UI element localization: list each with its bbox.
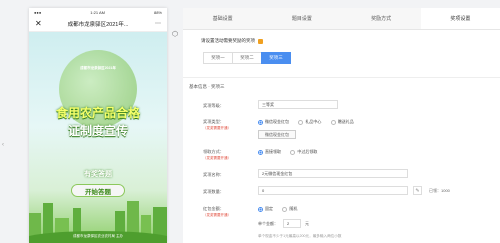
notice-badge-icon	[258, 38, 263, 44]
poster-footer: 成都市龙泉驿区农业农村局 主办	[73, 234, 123, 238]
notice-text: 请设置活动需要奖励的奖项	[201, 38, 255, 43]
radio-label: 直接领取	[265, 149, 281, 154]
radio-label: 礼品中心	[305, 119, 322, 124]
subtab-prize-1[interactable]: 奖项一	[203, 52, 233, 64]
radio-dot	[298, 119, 304, 125]
poster-tagline: 有奖答题	[84, 171, 112, 178]
radio-random-amount[interactable]: 随机	[282, 206, 297, 212]
poster-headline-2: 证制度宣传	[67, 124, 128, 138]
redpack-amount-label-block: 红包金额： （发奖需要开通）	[203, 206, 231, 218]
subtab-prize-3[interactable]: 奖项三	[261, 52, 291, 64]
claim-method-options: 直接领取 中过后领取	[258, 149, 325, 157]
settings-panel: 基础设置 题目设置 奖励方式 奖项设置 请设置活动需要奖励的奖项 奖项一 奖项二…	[183, 8, 500, 243]
prize-subtabs: 奖项一 奖项二 奖项三	[203, 52, 291, 64]
radio-label: 随机	[289, 206, 298, 211]
radio-free-gift[interactable]: 赠送礼品	[330, 119, 354, 125]
prize-type-label: 奖项类型：	[203, 119, 224, 124]
radio-label: 微信现金红包	[265, 119, 289, 124]
tab-basic[interactable]: 基础设置	[183, 8, 262, 29]
subtab-prize-2[interactable]: 奖项二	[232, 52, 262, 64]
radio-label: 赠送礼品	[337, 119, 354, 124]
claim-method-label: 领取方式：	[203, 149, 224, 154]
divider	[183, 77, 500, 78]
radio-dot	[258, 149, 263, 155]
poster-subtitle: 成都市龙泉驿区2021年	[80, 66, 116, 70]
radio-dot	[258, 206, 263, 212]
tab-reward-method[interactable]: 奖励方式	[342, 8, 421, 29]
battery-level: 88%	[153, 9, 162, 15]
claim-method-label-block: 领取方式： （发奖需要开通）	[203, 149, 231, 161]
prize-name-input[interactable]: 2元微信现金红包	[258, 169, 408, 178]
single-amount-unit: 元	[305, 221, 309, 226]
amount-help-text: 单个现金不少于1元最高以200元，最多输入两位小数	[258, 234, 342, 238]
radio-gift-center[interactable]: 礼品中心	[298, 119, 321, 125]
status-bar: ●●● 1:21 AM 88%	[29, 8, 167, 16]
edit-icon[interactable]: ✎	[413, 186, 422, 195]
prize-level-input[interactable]: 三等奖	[258, 100, 338, 109]
radio-wechat-cash[interactable]: 微信现金红包	[258, 119, 289, 125]
poster-headline-1: 食用农产品合格	[55, 106, 140, 120]
status-time: 1:21 AM	[90, 9, 105, 15]
redpack-amount-hint: （发奖需要开通）	[203, 213, 231, 217]
more-icon[interactable]: ⋯	[151, 20, 161, 27]
radio-fixed-amount[interactable]: 固定	[258, 206, 273, 212]
radio-dot	[290, 149, 296, 155]
prize-type-label-block: 奖项类型： （发奖需要开通）	[203, 119, 231, 131]
radio-label: 中过后领取	[297, 149, 318, 154]
redpack-amount-label: 红包金额：	[203, 206, 224, 211]
prize-name-label: 奖项名称：	[203, 172, 224, 177]
prize-claimed-count: 已领：1000	[429, 188, 450, 193]
phone-preview: ●●● 1:21 AM 88% ✕ 成都市龙泉驿区2021年... ⋯ 成都市龙…	[29, 8, 167, 243]
phone-header: ✕ 成都市龙泉驿区2021年... ⋯	[29, 16, 167, 32]
prize-type-selected[interactable]: 微信现金红包	[258, 130, 296, 139]
signal-icon: ●●●	[34, 9, 42, 15]
radio-dot	[282, 206, 288, 212]
tab-questions[interactable]: 题目设置	[262, 8, 341, 29]
radio-dot	[258, 119, 263, 125]
close-icon[interactable]: ✕	[35, 19, 45, 28]
phone-title: 成都市龙泉驿区2021年...	[67, 21, 129, 28]
collapse-arrow-icon[interactable]: ‹	[2, 142, 4, 148]
settings-tabs: 基础设置 题目设置 奖励方式 奖项设置	[183, 8, 500, 30]
radio-claim-after-win[interactable]: 中过后领取	[290, 149, 317, 155]
single-amount-input[interactable]: 2	[283, 219, 301, 228]
cube-icon[interactable]: ⬡	[172, 30, 178, 38]
prize-type-hint: （发奖需要开通）	[203, 126, 231, 130]
tab-prize-settings[interactable]: 奖项设置	[420, 8, 500, 29]
prize-type-options: 微信现金红包 礼品中心 赠送礼品	[258, 119, 362, 127]
single-amount-label: 单个金额：	[258, 221, 278, 226]
radio-label: 固定	[265, 206, 273, 211]
section-title: 基本信息 · 奖项三	[189, 84, 225, 89]
prize-level-label: 奖项等级：	[203, 103, 224, 108]
radio-dot	[330, 119, 336, 125]
poster: 成都市龙泉驿区2021年 食用农产品合格 证制度宣传 有奖答题 开始答题 成都市…	[29, 32, 167, 243]
radio-direct-claim[interactable]: 直接领取	[258, 149, 281, 155]
claim-method-hint: （发奖需要开通）	[203, 156, 231, 160]
prize-count-input[interactable]: 0	[258, 186, 408, 195]
amount-type-options: 固定 随机	[258, 206, 305, 214]
notice: 请设置活动需要奖励的奖项	[201, 38, 263, 44]
prize-count-label: 奖项数量：	[203, 189, 224, 194]
